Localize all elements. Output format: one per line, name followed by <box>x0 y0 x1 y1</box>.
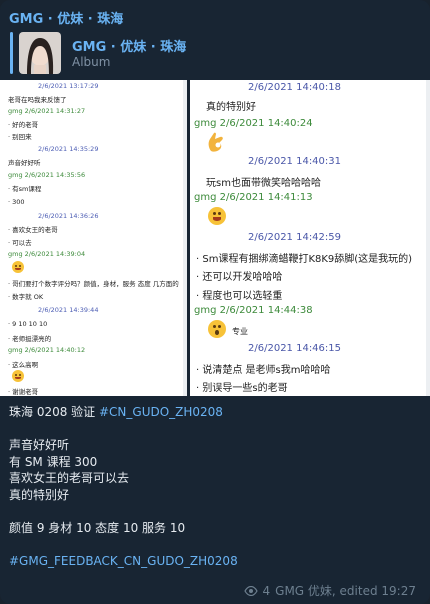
chat-timestamp: 2/6/2021 14:36:26 <box>38 212 99 220</box>
chat-sender: gmg 2/6/2021 14:39:04 <box>8 250 86 258</box>
chat-timestamp: 2/6/2021 14:40:18 <box>248 82 342 93</box>
ok-hand-icon <box>208 132 223 152</box>
sender-name[interactable]: GMG · 优妹 · 珠海 <box>9 8 123 27</box>
chat-sender: gmg 2/6/2021 14:44:38 <box>194 305 313 316</box>
reply-subtitle: Album <box>72 55 111 69</box>
chat-message: 真的特别好 <box>206 102 256 113</box>
chat-message: 玩sm也面带微笑哈哈哈哈 <box>206 178 321 189</box>
chat-message: 声音好好听 <box>8 159 41 167</box>
chat-message: 专业 <box>232 327 248 336</box>
view-count: 4 <box>262 583 271 598</box>
caption-line: 喜欢女王的老哥可以去 <box>9 471 130 485</box>
chat-timestamp: 2/6/2021 14:39:44 <box>38 306 99 314</box>
surprised-emoji-icon <box>208 320 226 338</box>
caption-line: 真的特别好 <box>9 487 70 502</box>
eye-icon <box>243 585 258 596</box>
album-photo-2[interactable]: 2/6/2021 14:40:18 真的特别好 gmg 2/6/2021 14:… <box>190 80 430 396</box>
reply-preview[interactable]: GMG · 优妹 · 珠海 Album <box>10 32 250 76</box>
message-caption: 珠海 0208 验证 #CN_GUDO_ZH0208 声音好好听 有 SM 课程… <box>9 404 238 569</box>
chat-message: · 还可以开发哈哈哈 <box>196 272 283 283</box>
chat-message: · 别回来 <box>8 133 32 141</box>
scrollbar <box>183 80 187 396</box>
caption-line: 有 SM 课程 300 <box>9 454 98 469</box>
chat-message: · 好的老哥 <box>8 121 39 129</box>
caption-line: 珠海 0208 验证 #CN_GUDO_ZH0208 <box>9 404 238 421</box>
chat-sender: gmg 2/6/2021 14:40:12 <box>8 346 86 354</box>
chat-message: · Sm课程有捆绑滴蜡鞭打K8K9舔脚(这是我玩的) <box>196 254 413 265</box>
chat-sender: gmg 2/6/2021 14:31:27 <box>8 107 86 115</box>
chat-message: 老哥在吗我来反馈了 <box>8 96 67 104</box>
chat-timestamp: 2/6/2021 14:40:31 <box>248 156 342 167</box>
message-footer: 4 GMG 优妹, edited 19:27 <box>243 582 416 599</box>
chat-message: · 喜欢女王的老哥 <box>8 226 58 234</box>
caption-text: 珠海 0208 验证 <box>9 405 99 419</box>
reply-title: GMG · 优妹 · 珠海 <box>72 40 187 55</box>
message-bubble: GMG · 优妹 · 珠海 GMG · 优妹 · 珠海 Album 2/6/20… <box>0 0 430 604</box>
chat-message: · 谢谢老哥 <box>8 388 39 396</box>
reply-bar <box>10 32 13 74</box>
grin-emoji-icon <box>208 207 226 225</box>
chat-message: · 300 <box>8 198 25 206</box>
hashtag-link[interactable]: #GMG_FEEDBACK_CN_GUDO_ZH0208 <box>9 554 238 568</box>
chat-timestamp: 2/6/2021 13:17:29 <box>38 82 99 90</box>
chat-message: · 这么高啊 <box>8 361 39 369</box>
chat-message: · 可以去 <box>8 239 32 247</box>
chat-message: · 别误导一些s的老哥 <box>196 383 288 394</box>
scrollbar <box>426 80 430 396</box>
caption-line: 声音好好听 <box>9 438 70 452</box>
chat-message: · 老师挺漂亮的 <box>8 335 52 343</box>
chat-timestamp: 2/6/2021 14:35:29 <box>38 145 99 153</box>
chat-sender: gmg 2/6/2021 14:40:24 <box>194 118 313 129</box>
caption-line: 颜值 9 身材 10 态度 10 服务 10 <box>9 520 186 535</box>
chat-message: · 说清楚点 是老师s我m哈哈哈 <box>196 365 331 376</box>
chat-message: · 哥们要打个数字评分吗？颜值，身材，服务 态度 几方面的 <box>8 280 179 288</box>
chat-timestamp: 2/6/2021 14:42:59 <box>248 232 342 243</box>
reply-thumbnail <box>19 32 61 74</box>
message-meta: GMG 优妹, edited 19:27 <box>275 584 416 598</box>
chat-message: · 9 10 10 10 <box>8 320 48 328</box>
emoji-icon <box>12 370 24 382</box>
chat-sender: gmg 2/6/2021 14:41:13 <box>194 192 313 203</box>
chat-message: · 数字就 OK <box>8 293 44 301</box>
chat-message: · 程度也可以选轻重 <box>196 291 283 302</box>
chat-sender: gmg 2/6/2021 14:35:56 <box>8 171 86 179</box>
chat-timestamp: 2/6/2021 14:46:15 <box>248 343 342 354</box>
chat-message: · 有sm课程 <box>8 185 42 193</box>
emoji-icon <box>12 261 24 273</box>
album-photo-1[interactable]: 2/6/2021 13:17:29 老哥在吗我来反馈了 gmg 2/6/2021… <box>0 80 187 396</box>
hashtag-link[interactable]: #CN_GUDO_ZH0208 <box>99 405 223 419</box>
